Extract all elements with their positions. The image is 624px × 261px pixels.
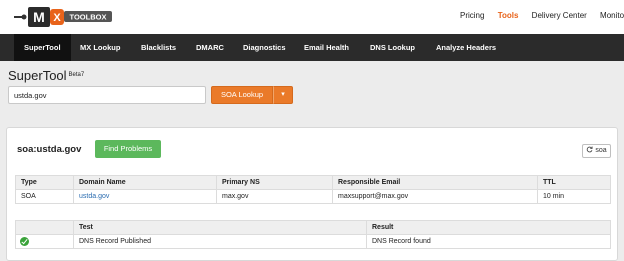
tab-blacklists[interactable]: Blacklists <box>141 34 176 61</box>
cell-result: DNS Record found <box>366 234 611 249</box>
cell-responsible-email: maxsupport@max.gov <box>332 189 538 204</box>
beta-badge: Beta7 <box>68 72 85 78</box>
cell-status <box>15 234 74 249</box>
tab-dmarc[interactable]: DMARC <box>196 34 224 61</box>
page-title: SuperTool Beta7 <box>8 68 84 83</box>
tab-mx-lookup[interactable]: MX Lookup <box>80 34 120 61</box>
find-problems-button[interactable]: Find Problems <box>95 140 161 158</box>
col-test: Test <box>73 220 367 235</box>
chevron-down-icon: ▾ <box>281 91 285 98</box>
tab-analyze-headers[interactable]: Analyze Headers <box>436 34 496 61</box>
col-status <box>15 220 74 235</box>
col-domain-name: Domain Name <box>73 175 217 190</box>
mxtoolbox-logo[interactable]: M X TOOLBOX <box>12 5 116 29</box>
soa-lookup-button[interactable]: SOA Lookup <box>211 86 273 104</box>
nav-pricing[interactable]: Pricing <box>460 11 484 20</box>
search-input[interactable] <box>8 86 206 104</box>
cell-primary-ns: max.gov <box>216 189 333 204</box>
domain-link[interactable]: ustda.gov <box>73 189 217 204</box>
table-header-row: Type Domain Name Primary NS Responsible … <box>15 175 611 190</box>
col-ttl: TTL <box>537 175 611 190</box>
table-header-row: Test Result <box>15 220 611 235</box>
col-result: Result <box>366 220 611 235</box>
tab-diagnostics[interactable]: Diagnostics <box>243 34 286 61</box>
col-responsible-email: Responsible Email <box>332 175 538 190</box>
check-circle-icon <box>20 237 29 246</box>
cell-type: SOA <box>15 189 74 204</box>
cell-ttl: 10 min <box>537 189 611 204</box>
col-primary-ns: Primary NS <box>216 175 333 190</box>
lookup-dropdown-button[interactable]: ▾ <box>273 86 293 104</box>
result-title: soa:ustda.gov <box>17 144 82 155</box>
tab-supertool[interactable]: SuperTool <box>14 34 71 61</box>
result-panel: soa:ustda.gov Find Problems soa Type Dom… <box>6 127 618 261</box>
main-nav: SuperTool MX Lookup Blacklists DMARC Dia… <box>0 34 624 61</box>
refresh-label: soa <box>595 147 607 154</box>
tab-email-health[interactable]: Email Health <box>304 34 349 61</box>
soa-record-table: Type Domain Name Primary NS Responsible … <box>15 175 611 204</box>
page-title-text: SuperTool <box>8 68 67 83</box>
table-row: SOA ustda.gov max.gov maxsupport@max.gov… <box>15 189 611 204</box>
test-results-table: Test Result DNS Record Published DNS Rec… <box>15 220 611 249</box>
cell-test: DNS Record Published <box>73 234 367 249</box>
col-type: Type <box>15 175 74 190</box>
top-header: M X TOOLBOX Pricing Tools Delivery Cente… <box>0 0 624 34</box>
nav-tools[interactable]: Tools <box>498 11 519 20</box>
tab-dns-lookup[interactable]: DNS Lookup <box>370 34 415 61</box>
nav-monitoring[interactable]: Monito <box>600 11 624 20</box>
svg-text:TOOLBOX: TOOLBOX <box>70 13 107 22</box>
refresh-icon <box>587 146 593 153</box>
table-row: DNS Record Published DNS Record found <box>15 234 611 249</box>
top-nav: Pricing Tools Delivery Center Monito <box>460 11 624 25</box>
refresh-soa-button[interactable]: soa <box>582 144 611 158</box>
svg-text:M: M <box>33 9 45 25</box>
svg-text:X: X <box>53 12 61 24</box>
nav-delivery-center[interactable]: Delivery Center <box>532 11 587 20</box>
